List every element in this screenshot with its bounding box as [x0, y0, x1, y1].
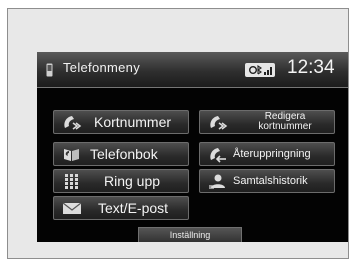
speed-dial-button[interactable]: Kortnummer [53, 110, 189, 134]
dial-label: Ring upp [104, 173, 161, 189]
phonebook-icon [64, 149, 79, 161]
keypad-icon [65, 174, 78, 189]
call-history-label: Samtalshistorik [233, 175, 308, 187]
redial-icon [210, 148, 226, 163]
clock: 12:34 [287, 57, 335, 78]
call-history-button[interactable]: Samtalshistorik [199, 169, 335, 193]
phonebook-label: Telefonbok [90, 146, 158, 162]
dial-button[interactable]: Ring upp [53, 169, 189, 193]
phonebook-button[interactable]: Telefonbok [53, 142, 189, 166]
envelope-icon [62, 202, 82, 214]
edit-speed-dial-button[interactable]: Redigera kortnummer [199, 110, 335, 134]
figure-frame: Telefonmeny 12:34 Kortnummer Telefonbok … [7, 8, 349, 259]
phone-menu-screen: Telefonmeny 12:34 Kortnummer Telefonbok … [37, 52, 348, 242]
settings-button[interactable]: Inställning [138, 227, 242, 242]
page-title: Telefonmeny [63, 60, 141, 75]
text-email-label: Text/E-post [98, 200, 169, 216]
status-bar: Telefonmeny 12:34 [37, 52, 348, 88]
speed-dial-icon [64, 116, 82, 130]
speed-dial-label: Kortnummer [94, 114, 172, 130]
text-email-button[interactable]: Text/E-post [53, 196, 189, 220]
bluetooth-signal-icon [245, 63, 275, 77]
redial-button[interactable]: Återuppringning [199, 142, 335, 166]
edit-speed-dial-label: Redigera kortnummer [242, 112, 328, 132]
call-history-icon [209, 174, 225, 189]
edit-speed-dial-icon [210, 116, 228, 130]
edit-speed-dial-label-line2: kortnummer [258, 121, 312, 132]
redial-label: Återuppringning [233, 148, 311, 160]
phone-icon [46, 63, 53, 77]
